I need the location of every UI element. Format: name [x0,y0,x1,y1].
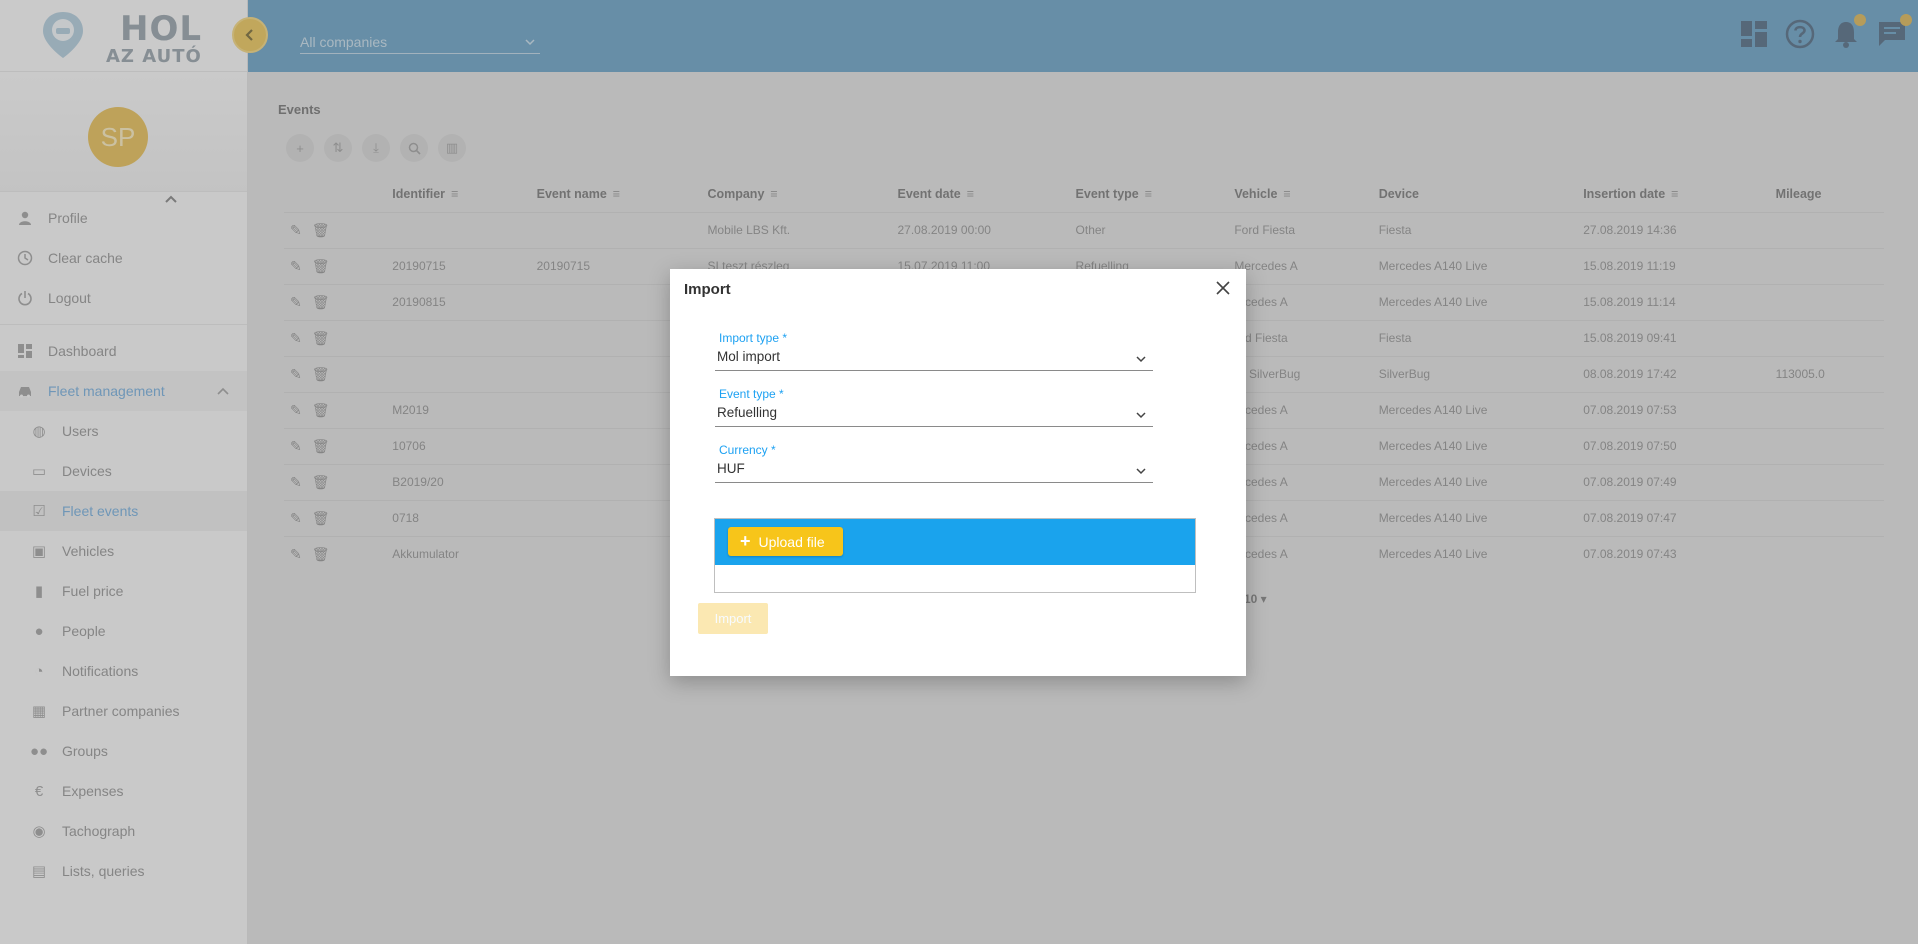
chevron-down-icon [1136,468,1146,475]
import-button[interactable]: Import [698,603,768,634]
event-type-label: Event type * [719,387,784,401]
close-button[interactable] [1216,279,1230,299]
event-type-text: Refuelling [717,405,778,420]
currency-value[interactable]: HUF [715,461,1153,483]
currency-text: HUF [717,461,745,476]
upload-bar: + Upload file [715,519,1195,565]
import-type-value[interactable]: Mol import [715,349,1153,371]
upload-file-button[interactable]: + Upload file [728,527,843,556]
currency-select[interactable]: Currency * HUF [715,443,1153,483]
file-upload: + Upload file [714,518,1196,593]
import-dialog: Import Import type * Mol import Event ty… [670,269,1246,676]
chevron-down-icon [1136,412,1146,419]
currency-label: Currency * [719,443,776,457]
chevron-down-icon [1136,356,1146,363]
import-type-select[interactable]: Import type * Mol import [715,331,1153,371]
import-type-text: Mol import [717,349,781,364]
close-icon [1216,281,1230,295]
dialog-title: Import [684,281,731,298]
event-type-select[interactable]: Event type * Refuelling [715,387,1153,427]
upload-file-label: Upload file [758,533,825,550]
plus-icon: + [740,531,751,551]
event-type-value[interactable]: Refuelling [715,405,1153,427]
import-type-label: Import type * [719,331,788,345]
